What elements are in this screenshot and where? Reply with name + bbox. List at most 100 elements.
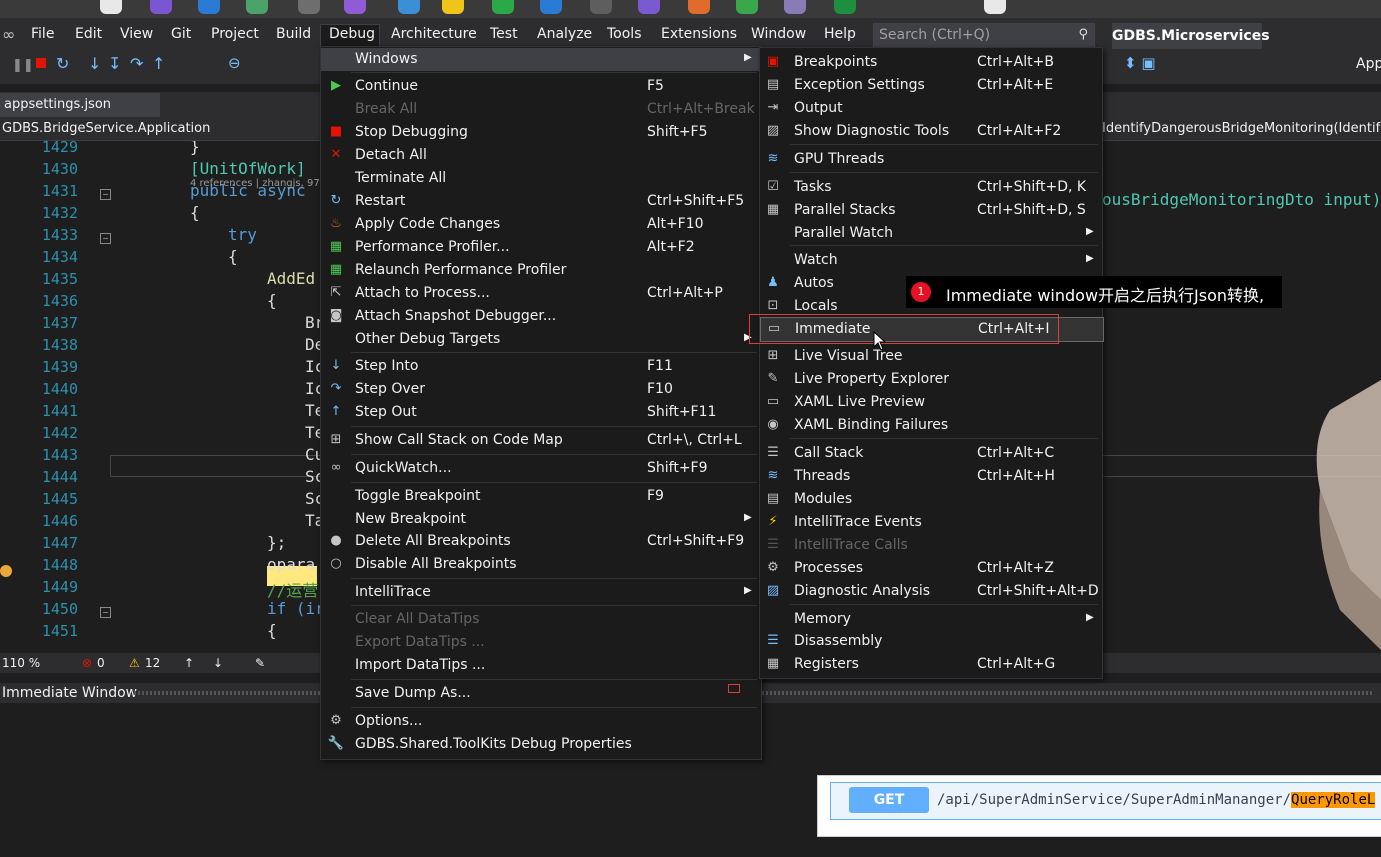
debug-menu-item-toggle-breakpoint[interactable]: Toggle Breakpoint F9 (321, 485, 761, 508)
menu-view[interactable]: View (120, 26, 153, 42)
menu-git[interactable]: Git (171, 26, 191, 42)
windows-menu-item-intellitrace-events[interactable]: ⚡ IntelliTrace Events (760, 511, 1102, 534)
brush-icon[interactable]: ✎ (255, 656, 265, 670)
taskbar-app-14-icon[interactable] (736, 0, 758, 14)
debug-menu-item-windows[interactable]: Windows ▶ (321, 48, 761, 71)
step-over-icon[interactable]: ↧ (108, 54, 121, 73)
windows-menu-item-breakpoints[interactable]: ▣ Breakpoints Ctrl+Alt+B (760, 51, 1102, 74)
debug-menu-item-stop-debugging[interactable]: ■ Stop Debugging Shift+F5 (321, 121, 761, 144)
stop-icon[interactable] (36, 58, 46, 68)
debug-menu-item-import-datatips[interactable]: Import DataTips ... (321, 654, 761, 677)
taskbar-app-9-icon[interactable] (492, 0, 514, 14)
taskbar-app-15-icon[interactable] (784, 0, 806, 14)
toolbar-right-label[interactable]: App (1356, 56, 1381, 72)
windows-menu-item-diagnostic-analysis[interactable]: ▨ Diagnostic Analysis Ctrl+Shift+Alt+D (760, 580, 1102, 603)
windows-menu-item-registers[interactable]: ▦ Registers Ctrl+Alt+G (760, 653, 1102, 676)
windows-menu-item-show-diagnostic-tools[interactable]: ▨ Show Diagnostic Tools Ctrl+Alt+F2 (760, 120, 1102, 143)
menu-debug[interactable]: Debug (329, 26, 375, 42)
windows-menu-item-output[interactable]: ⇥ Output (760, 97, 1102, 120)
debug-menu-item-terminate-all[interactable]: Terminate All (321, 167, 761, 190)
windows-menu-item-memory[interactable]: Memory ▶ (760, 608, 1102, 631)
debug-menu-item-step-out[interactable]: ↑ Step Out Shift+F11 (321, 401, 761, 424)
menu-extensions[interactable]: Extensions (661, 26, 737, 42)
debug-menu-item-attach-to-process[interactable]: ⇱ Attach to Process... Ctrl+Alt+P (321, 282, 761, 305)
taskbar-app-10-icon[interactable] (540, 0, 562, 14)
windows-menu-item-xaml-binding-failures[interactable]: ◉ XAML Binding Failures (760, 414, 1102, 437)
windows-menu-item-modules[interactable]: ▤ Modules (760, 488, 1102, 511)
fold-toggle-icon[interactable]: − (100, 607, 111, 618)
debug-menu-item-detach-all[interactable]: ✕ Detach All (321, 144, 761, 167)
tab-appsettings[interactable]: appsettings.json (0, 93, 160, 117)
debug-menu-item-intellitrace[interactable]: IntelliTrace ▶ (321, 581, 761, 604)
fold-toggle-icon[interactable]: − (100, 189, 111, 200)
windows-menu-item-parallel-stacks[interactable]: ▦ Parallel Stacks Ctrl+Shift+D, S (760, 199, 1102, 222)
menu-analyze[interactable]: Analyze (537, 26, 592, 42)
warning-count[interactable]: 12 (145, 656, 160, 670)
menu-file[interactable]: File (31, 26, 54, 42)
windows-menu-item-processes[interactable]: ⚙ Processes Ctrl+Alt+Z (760, 557, 1102, 580)
debug-menu-item-relaunch-performance-profiler[interactable]: ▦ Relaunch Performance Profiler (321, 259, 761, 282)
member-dropdown[interactable]: IdentifyDangerousBridgeMonitoring(Identi… (1102, 121, 1380, 136)
debug-menu-item-other-debug-targets[interactable]: Other Debug Targets ▶ (321, 328, 761, 351)
taskbar-app-4-icon[interactable] (246, 0, 268, 14)
menu-build[interactable]: Build (276, 26, 311, 42)
menu-architecture[interactable]: Architecture (391, 26, 477, 42)
windows-menu-item-live-property-explorer[interactable]: ✎ Live Property Explorer (760, 368, 1102, 391)
codelens-references[interactable]: 4 references | zhangjs, 97 d (190, 178, 329, 189)
taskbar-app-11-icon[interactable] (590, 0, 612, 14)
debug-menu-item-disable-all-breakpoints[interactable]: ○ Disable All Breakpoints (321, 553, 761, 576)
menu-edit[interactable]: Edit (75, 26, 102, 42)
debug-menu-item-quickwatch[interactable]: ∞ QuickWatch... Shift+F9 (321, 457, 761, 480)
menu-test[interactable]: Test (490, 26, 518, 42)
windows-menu-item-call-stack[interactable]: ☰ Call Stack Ctrl+Alt+C (760, 442, 1102, 465)
windows-menu-item-gpu-threads[interactable]: ≋ GPU Threads (760, 148, 1102, 171)
taskbar-app-16-icon[interactable] (834, 0, 856, 14)
menu-window[interactable]: Window (751, 26, 806, 42)
step-out-icon[interactable]: ↑ (152, 54, 165, 73)
debug-menu-item-gdbs-shared-toolkits-debug-properties[interactable]: 🔧 GDBS.Shared.ToolKits Debug Properties (321, 733, 761, 756)
taskbar-app-5-icon[interactable] (298, 0, 320, 14)
fold-toggle-icon[interactable]: − (100, 233, 111, 244)
windows-menu-item-disassembly[interactable]: ☰ Disassembly (760, 630, 1102, 653)
taskbar-app-8-icon[interactable] (442, 0, 464, 14)
nav-back-icon[interactable]: ⊖ (228, 54, 241, 72)
pause-icon[interactable]: ❚❚ (12, 58, 34, 73)
taskbar-app-3-icon[interactable] (198, 0, 220, 14)
debug-menu-item-attach-snapshot-debugger[interactable]: ◙ Attach Snapshot Debugger... (321, 305, 761, 328)
taskbar-app-7-icon[interactable] (398, 0, 420, 14)
debug-menu-item-performance-profiler[interactable]: ▦ Performance Profiler... Alt+F2 (321, 236, 761, 259)
swagger-endpoint[interactable]: GET /api/SuperAdminService/SuperAdminMan… (830, 782, 1381, 820)
up-arrow-icon[interactable]: ↑ (184, 656, 194, 670)
windows-menu-item-threads[interactable]: ≋ Threads Ctrl+Alt+H (760, 465, 1102, 488)
debug-menu-item-apply-code-changes[interactable]: ♨ Apply Code Changes Alt+F10 (321, 213, 761, 236)
taskbar-app-12-icon[interactable] (638, 0, 660, 14)
menu-project[interactable]: Project (211, 26, 259, 42)
menu-tools[interactable]: Tools (607, 26, 642, 42)
taskbar-app-2-icon[interactable] (150, 0, 172, 14)
debug-menu-item-step-over[interactable]: ↷ Step Over F10 (321, 378, 761, 401)
taskbar-app-13-icon[interactable] (688, 0, 710, 14)
debug-menu-item-show-call-stack-on-code-map[interactable]: ⊞ Show Call Stack on Code Map Ctrl+\, Ctrl… (321, 429, 761, 452)
down-arrow-icon[interactable]: ↓ (213, 656, 223, 670)
windows-menu-item-xaml-live-preview[interactable]: ▭ XAML Live Preview (760, 391, 1102, 414)
debug-menu-item-continue[interactable]: ▶ Continue F5 (321, 75, 761, 98)
menu-help[interactable]: Help (824, 26, 856, 42)
zoom-level[interactable]: 110 % (2, 656, 40, 670)
debug-menu-item-options[interactable]: ⚙ Options... (321, 710, 761, 733)
step-into-icon[interactable]: ↓ (88, 54, 101, 73)
toolbar-right-icons[interactable]: ⬍ ▣ (1124, 54, 1156, 72)
debug-menu-item-restart[interactable]: ↻ Restart Ctrl+Shift+F5 (321, 190, 761, 213)
windows-menu-item-parallel-watch[interactable]: Parallel Watch ▶ (760, 222, 1102, 245)
restart-icon[interactable]: ↻ (56, 54, 69, 73)
debug-menu-item-delete-all-breakpoints[interactable]: ● Delete All Breakpoints Ctrl+Shift+F9 (321, 530, 761, 553)
windows-menu-item-live-visual-tree[interactable]: ⊞ Live Visual Tree (760, 345, 1102, 368)
windows-menu-item-watch[interactable]: Watch ▶ (760, 249, 1102, 272)
project-dropdown[interactable]: GDBS.BridgeService.Application (2, 121, 210, 136)
taskbar-app-6-icon[interactable] (344, 0, 366, 14)
windows-menu-item-exception-settings[interactable]: ▤ Exception Settings Ctrl+Alt+E (760, 74, 1102, 97)
search-input[interactable]: Search (Ctrl+Q) ⚲ (873, 23, 1095, 47)
debug-menu-item-new-breakpoint[interactable]: New Breakpoint ▶ (321, 508, 761, 531)
taskbar-app-17-icon[interactable] (984, 0, 1006, 14)
taskbar-app-1-icon[interactable] (100, 0, 122, 14)
debug-menu-item-save-dump-as[interactable]: Save Dump As... (321, 682, 761, 705)
